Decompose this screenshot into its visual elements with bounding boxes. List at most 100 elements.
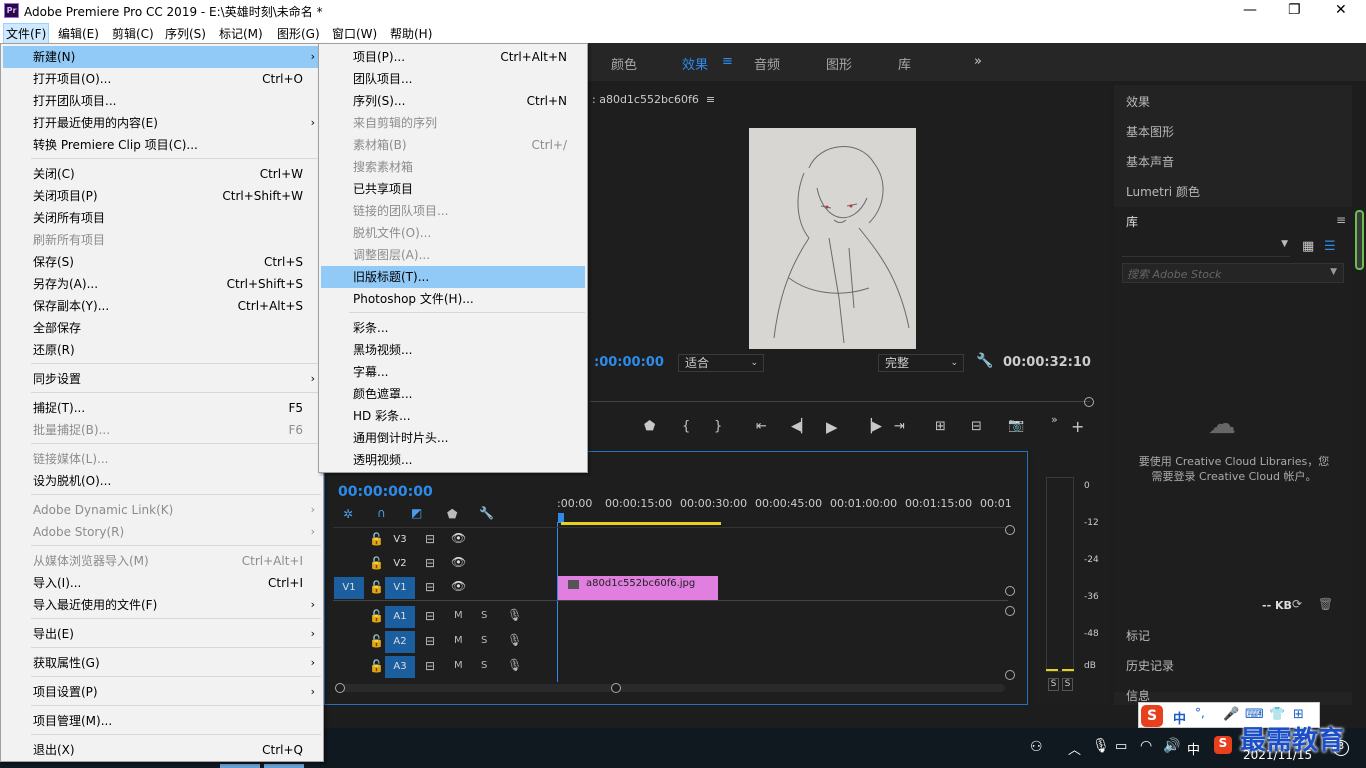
file-menu-item-22[interactable]: 导入(I)... Ctrl+I (3, 572, 321, 594)
mute-button[interactable]: M (454, 610, 463, 621)
file-menu-item-21[interactable]: 从媒体浏览器导入(M) Ctrl+Alt+I (3, 550, 321, 572)
menu-sequence[interactable]: 序列(S) (165, 25, 206, 42)
go-to-out-icon[interactable]: ⇥ (894, 419, 905, 434)
file-menu-item-4[interactable]: 转换 Premiere Clip 项目(C)... (3, 134, 321, 156)
file-menu-item-12[interactable]: 全部保存 (3, 317, 321, 339)
file-menu-item-28[interactable]: 退出(X) Ctrl+Q (3, 739, 321, 761)
file-menu-item-16[interactable]: 批量捕捉(B)... F6 (3, 419, 321, 441)
menu-file[interactable]: 文件(F) (3, 23, 50, 44)
new-menu-item-0[interactable]: 项目(P)... Ctrl+Alt+N (321, 46, 585, 68)
microphone-icon[interactable]: 🎙 (507, 633, 522, 647)
ime-mode[interactable]: 中 (1173, 708, 1186, 727)
eye-icon[interactable]: 👁 (451, 555, 466, 569)
sync-lock-icon[interactable]: ⊟ (425, 580, 435, 594)
track-a1[interactable]: 🔓 A1 ⊟ M S 🎙 (333, 605, 557, 629)
fit-dropdown[interactable]: 适合 ⌄ (678, 354, 764, 372)
file-menu-item-5[interactable]: 关闭(C) Ctrl+W (3, 163, 321, 185)
file-menu-item-27[interactable]: 项目管理(M)... (3, 710, 321, 732)
panel-history[interactable]: 历史记录 (1126, 657, 1174, 674)
volume-icon[interactable]: 🔊 (1163, 738, 1180, 754)
file-menu-item-24[interactable]: 导出(E) › (3, 623, 321, 645)
solo-button[interactable]: S (481, 610, 487, 621)
track-v2[interactable]: 🔓 V2 ⊟ 👁 (333, 552, 557, 576)
mute-button[interactable]: M (454, 635, 463, 646)
file-menu-item-13[interactable]: 还原(R) (3, 339, 321, 361)
track-label[interactable]: V3 (385, 529, 415, 551)
track-a3[interactable]: 🔓 A3 ⊟ M S 🎙 (333, 655, 557, 679)
solo-button[interactable]: S (481, 660, 487, 671)
trash-icon[interactable]: 🗑 (1318, 597, 1333, 611)
add-marker-tl-icon[interactable]: ◩ (411, 506, 422, 520)
track-a2[interactable]: 🔓 A2 ⊟ M S 🎙 (333, 630, 557, 654)
source-patch-v1[interactable]: V1 (334, 577, 364, 599)
close-button[interactable]: ✕ (1335, 2, 1347, 18)
lock-icon[interactable]: 🔓 (369, 609, 384, 623)
new-menu-item-5[interactable]: 搜索素材箱 (321, 156, 585, 178)
panel-markers[interactable]: 标记 (1126, 627, 1150, 644)
new-menu-item-10[interactable]: 旧版标题(T)... (321, 266, 585, 288)
quality-dropdown[interactable]: 完整 ⌄ (878, 354, 964, 372)
track-label[interactable]: V2 (385, 553, 415, 575)
panel-scrollbar[interactable] (1355, 210, 1364, 270)
microphone-icon[interactable]: 🎙 (507, 658, 522, 672)
lock-icon[interactable]: 🔓 (369, 556, 384, 570)
file-menu-item-11[interactable]: 保存副本(Y)... Ctrl+Alt+S (3, 295, 321, 317)
mark-in-icon[interactable]: { (682, 419, 690, 434)
menu-clip[interactable]: 剪辑(C) (112, 25, 154, 42)
file-menu-item-8[interactable]: 刷新所有项目 (3, 229, 321, 251)
restore-button[interactable]: ❐ (1288, 2, 1301, 18)
menu-edit[interactable]: 编辑(E) (58, 25, 99, 42)
file-menu-item-2[interactable]: 打开团队项目... (3, 90, 321, 112)
track-label[interactable]: A2 (385, 631, 415, 653)
new-menu-item-11[interactable]: Photoshop 文件(H)... (321, 288, 585, 310)
new-menu-item-17[interactable]: 通用倒计时片头... (321, 427, 585, 449)
more-workspaces-icon[interactable]: » (974, 54, 982, 69)
file-menu-item-14[interactable]: 同步设置 › (3, 368, 321, 390)
file-menu-item-7[interactable]: 关闭所有项目 (3, 207, 321, 229)
mark-out-icon[interactable]: } (714, 419, 722, 434)
tab-effects[interactable]: 效果 (682, 54, 708, 73)
camera-icon[interactable]: 📷 (1008, 418, 1024, 433)
file-menu-item-25[interactable]: 获取属性(G) › (3, 652, 321, 674)
microphone-icon[interactable]: 🎙 (507, 608, 522, 622)
tray-up-icon[interactable]: ︿ (1068, 739, 1081, 758)
go-to-in-icon[interactable]: ⇤ (756, 419, 767, 434)
step-forward-icon[interactable]: ▕▶ (862, 419, 882, 434)
solo-right-button[interactable]: S (1062, 678, 1073, 691)
file-menu-item-6[interactable]: 关闭项目(P) Ctrl+Shift+W (3, 185, 321, 207)
linked-selection-icon[interactable]: ∩ (377, 506, 386, 520)
file-menu-item-0[interactable]: 新建(N) › (3, 46, 321, 68)
menu-help[interactable]: 帮助(H) (390, 25, 432, 42)
track-v1[interactable]: V1 🔓 V1 ⊟ 👁 (333, 576, 557, 600)
panel-essential-sound[interactable]: 基本声音 (1126, 153, 1174, 170)
punctuation-icon[interactable]: °, (1195, 706, 1205, 720)
wifi-icon[interactable]: ◠ (1140, 738, 1152, 754)
hamburger-icon[interactable]: ≡ (722, 54, 733, 69)
lock-icon[interactable]: 🔓 (369, 659, 384, 673)
tab-audio[interactable]: 音频 (754, 54, 780, 73)
timeline-timecode[interactable]: 00:00:00:00 (338, 484, 433, 500)
tab-graphics[interactable]: 图形 (826, 54, 852, 73)
new-menu-item-3[interactable]: 来自剪辑的序列 (321, 112, 585, 134)
extract-icon[interactable]: ⊟ (971, 419, 982, 434)
track-label[interactable]: V1 (385, 577, 415, 599)
track-label[interactable]: A3 (385, 656, 415, 678)
work-area-bar[interactable] (561, 522, 721, 525)
mic-tray-icon[interactable]: 🎙 (1092, 738, 1110, 754)
solo-left-button[interactable]: S (1048, 678, 1059, 691)
new-menu-item-13[interactable]: 黑场视频... (321, 339, 585, 361)
new-menu-item-7[interactable]: 链接的团队项目... (321, 200, 585, 222)
lock-icon[interactable]: 🔓 (369, 634, 384, 648)
list-view-icon[interactable]: ☰ (1324, 239, 1336, 254)
stock-search-input[interactable]: 搜索 Adobe Stock ▼ (1122, 263, 1344, 283)
sync-lock-icon[interactable]: ⊟ (425, 659, 435, 673)
timeline-scrollbar[interactable] (337, 684, 1005, 692)
current-timecode[interactable]: :00:00:00 (594, 355, 664, 370)
play-icon[interactable]: ▶ (826, 418, 838, 436)
file-menu-item-19[interactable]: Adobe Dynamic Link(K) › (3, 499, 321, 521)
sync-icon[interactable]: ⟳ (1292, 597, 1302, 611)
new-menu-item-2[interactable]: 序列(S)... Ctrl+N (321, 90, 585, 112)
zoom-handle[interactable] (1084, 397, 1094, 407)
eye-icon[interactable]: 👁 (451, 579, 466, 593)
lock-icon[interactable]: 🔓 (369, 580, 384, 594)
